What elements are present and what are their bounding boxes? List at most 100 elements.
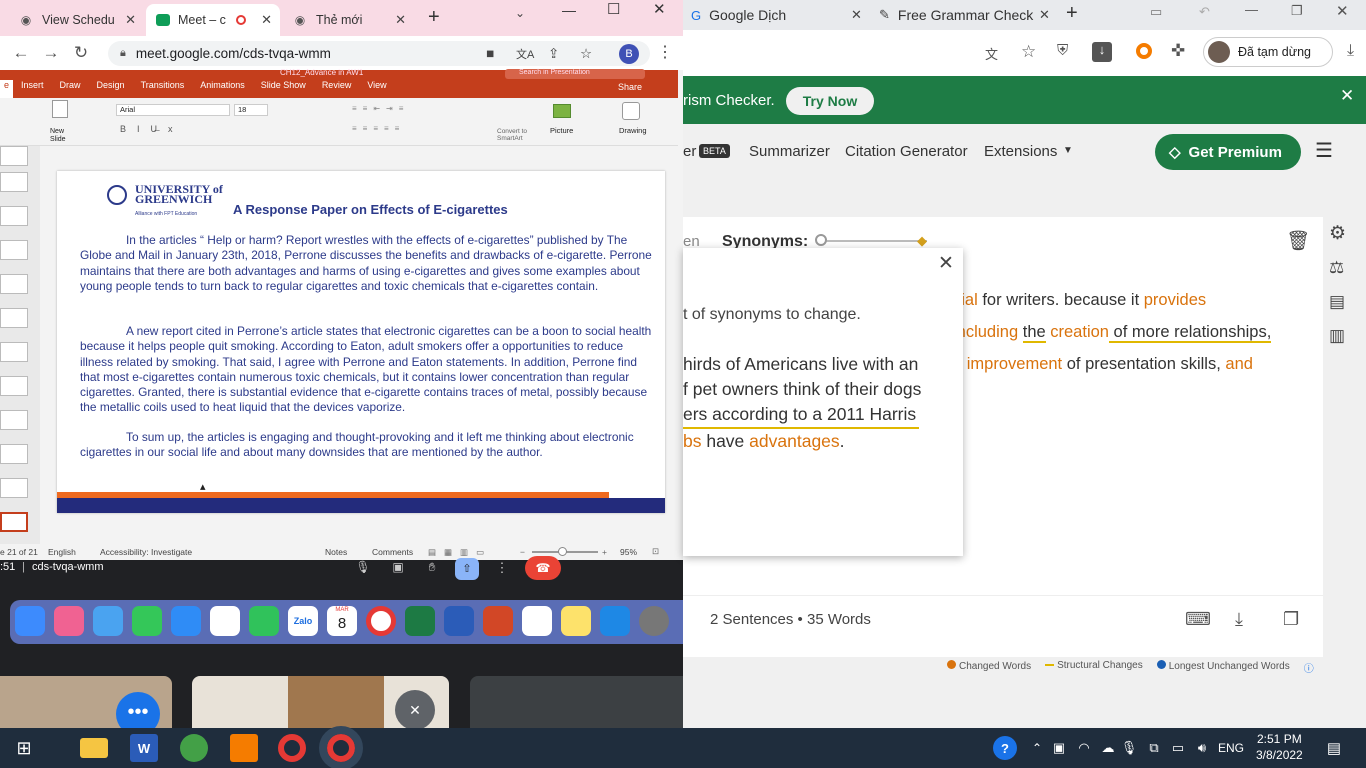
nav-citation-generator[interactable]: Citation Generator: [845, 143, 968, 160]
address-bar[interactable]: 🔒︎ meet.google.com/cds-tvqa-wmm ■ 文A ⇪ ☆: [108, 41, 650, 66]
nav-extensions[interactable]: Extensions: [984, 143, 1057, 160]
bookmark-star-icon[interactable]: ☆: [1021, 42, 1036, 62]
reload-icon[interactable]: ↻: [66, 43, 96, 63]
download-extension-icon[interactable]: ↓: [1092, 42, 1112, 62]
slider-thumb[interactable]: [815, 234, 827, 246]
hamburger-menu-icon[interactable]: ☰: [1315, 138, 1333, 163]
minimize-icon[interactable]: —: [1245, 2, 1258, 17]
shield-extension-icon[interactable]: ⛨: [1057, 42, 1068, 59]
tone-icon[interactable]: ⚖: [1329, 258, 1344, 278]
reminders-icon[interactable]: [522, 606, 552, 636]
format-buttons[interactable]: BIU̶x: [120, 124, 184, 134]
info-icon[interactable]: ⓘ: [1304, 660, 1314, 675]
powerpoint-icon[interactable]: [483, 606, 513, 636]
end-call-icon[interactable]: ☎︎: [525, 556, 561, 580]
system-preferences-icon[interactable]: [639, 606, 669, 636]
launchpad-icon[interactable]: [54, 606, 84, 636]
output-text[interactable]: cial for writers. because it provides inc…: [953, 284, 1313, 380]
tab-view-schedule[interactable]: ◉ View Schedu ✕: [8, 4, 144, 36]
camera-icon[interactable]: ■: [486, 46, 494, 61]
drawing-icon[interactable]: [622, 102, 640, 120]
tab-meet[interactable]: Meet – c ✕: [146, 4, 280, 36]
ribbon-tab[interactable]: View: [359, 80, 394, 98]
close-icon[interactable]: ✕: [395, 12, 406, 28]
window-close-icon[interactable]: ✕: [653, 0, 666, 18]
comments-button[interactable]: Comments: [372, 547, 413, 557]
try-now-button[interactable]: Try Now: [786, 87, 874, 115]
photos-icon[interactable]: [210, 606, 240, 636]
help-icon[interactable]: ?: [993, 736, 1017, 760]
nav-summarizer[interactable]: Summarizer: [749, 143, 830, 160]
chrome-dock-icon[interactable]: [366, 606, 396, 636]
chrome-profile-taskbar-icon[interactable]: [319, 726, 363, 768]
download-icon[interactable]: ⤓: [1347, 42, 1354, 60]
windows-start-icon[interactable]: ⊞: [10, 734, 38, 762]
slide-thumbnail[interactable]: [0, 444, 28, 464]
slide-thumbnail[interactable]: [0, 240, 28, 260]
keyboard-icon[interactable]: ⌨: [1185, 609, 1211, 630]
tab-home[interactable]: e: [0, 80, 14, 98]
zoom-out-icon[interactable]: −: [520, 547, 525, 557]
facetime-icon[interactable]: [249, 606, 279, 636]
present-screen-icon[interactable]: ⇧: [455, 558, 479, 580]
more-options-icon[interactable]: •••: [116, 692, 160, 728]
calendar-icon[interactable]: MAR 8: [327, 606, 357, 636]
participant-tile[interactable]: [470, 676, 683, 728]
profile-avatar[interactable]: B: [619, 44, 639, 64]
share-icon[interactable]: ⇪: [548, 46, 559, 62]
slide-thumbnail[interactable]: [0, 342, 28, 362]
ppt-search[interactable]: Search in Presentation: [505, 69, 645, 79]
copy-icon[interactable]: ❐: [1283, 609, 1299, 630]
ribbon-tab[interactable]: Insert: [13, 80, 52, 98]
notification-center-icon[interactable]: ▤: [1320, 734, 1348, 762]
back-icon[interactable]: ←: [6, 43, 36, 63]
structural-change[interactable]: of more relationships,: [1108, 323, 1272, 343]
changed-word[interactable]: provides: [1144, 291, 1206, 309]
taskbar-app-icon[interactable]: [180, 734, 208, 762]
minimize-icon[interactable]: —: [562, 2, 576, 18]
participant-tile[interactable]: ✕: [192, 676, 449, 728]
font-name-select[interactable]: Arial: [116, 104, 230, 116]
meet-now-icon[interactable]: ▣: [1045, 734, 1073, 762]
app-store-icon[interactable]: [600, 606, 630, 636]
extension-icon[interactable]: [1136, 43, 1152, 59]
close-icon[interactable]: ✕: [1039, 7, 1050, 23]
new-slide-label[interactable]: New Slide: [50, 128, 74, 144]
window-close-icon[interactable]: ✕: [1336, 2, 1349, 20]
new-slide-icon[interactable]: [52, 100, 68, 118]
finder-icon[interactable]: [15, 606, 45, 636]
microphone-tray-icon[interactable]: 🎙︎: [1115, 734, 1143, 762]
font-size-select[interactable]: 18: [234, 104, 268, 116]
close-icon[interactable]: ✕: [851, 7, 862, 23]
ribbon-tab[interactable]: Transitions: [133, 80, 193, 98]
settings-gear-icon[interactable]: ⚙: [1329, 222, 1346, 245]
close-icon[interactable]: ✕: [125, 12, 136, 28]
share-button[interactable]: Share: [618, 82, 642, 92]
slide-thumbnail[interactable]: [0, 410, 28, 430]
slide-thumbnail[interactable]: [0, 172, 28, 192]
translate-icon[interactable]: 文A: [516, 46, 534, 62]
ribbon-tab[interactable]: Animations: [192, 80, 253, 98]
pdf-app-icon[interactable]: [230, 734, 258, 762]
synonyms-slider[interactable]: [817, 240, 927, 242]
nav-partial-item[interactable]: er: [683, 143, 696, 160]
close-banner-icon[interactable]: ✕: [1340, 86, 1354, 106]
word-icon[interactable]: [444, 606, 474, 636]
view-buttons[interactable]: ▤▦▥▭: [428, 547, 492, 558]
chrome-taskbar-icon[interactable]: [278, 734, 306, 762]
input-language[interactable]: ENG: [1218, 741, 1244, 755]
profile-paused-button[interactable]: Đã tạm dừng: [1203, 37, 1333, 67]
statistics-icon[interactable]: ▥: [1329, 326, 1345, 346]
tab-google-translate[interactable]: G Google Dịch ✕: [687, 0, 867, 30]
structural-change[interactable]: the: [1022, 323, 1046, 343]
popup-input-text[interactable]: hirds of Americans live with an f pet ow…: [683, 352, 953, 454]
mail-icon[interactable]: [171, 606, 201, 636]
picture-label[interactable]: Picture: [550, 126, 573, 135]
zalo-icon[interactable]: Zalo: [288, 606, 318, 636]
changed-word[interactable]: and: [1225, 355, 1253, 373]
picture-icon[interactable]: [553, 104, 571, 118]
clock[interactable]: 2:51 PM 3/8/2022: [1256, 731, 1303, 763]
slide-thumbnail[interactable]: [0, 308, 28, 328]
participant-tile[interactable]: •••: [0, 676, 172, 728]
safari-icon[interactable]: [93, 606, 123, 636]
